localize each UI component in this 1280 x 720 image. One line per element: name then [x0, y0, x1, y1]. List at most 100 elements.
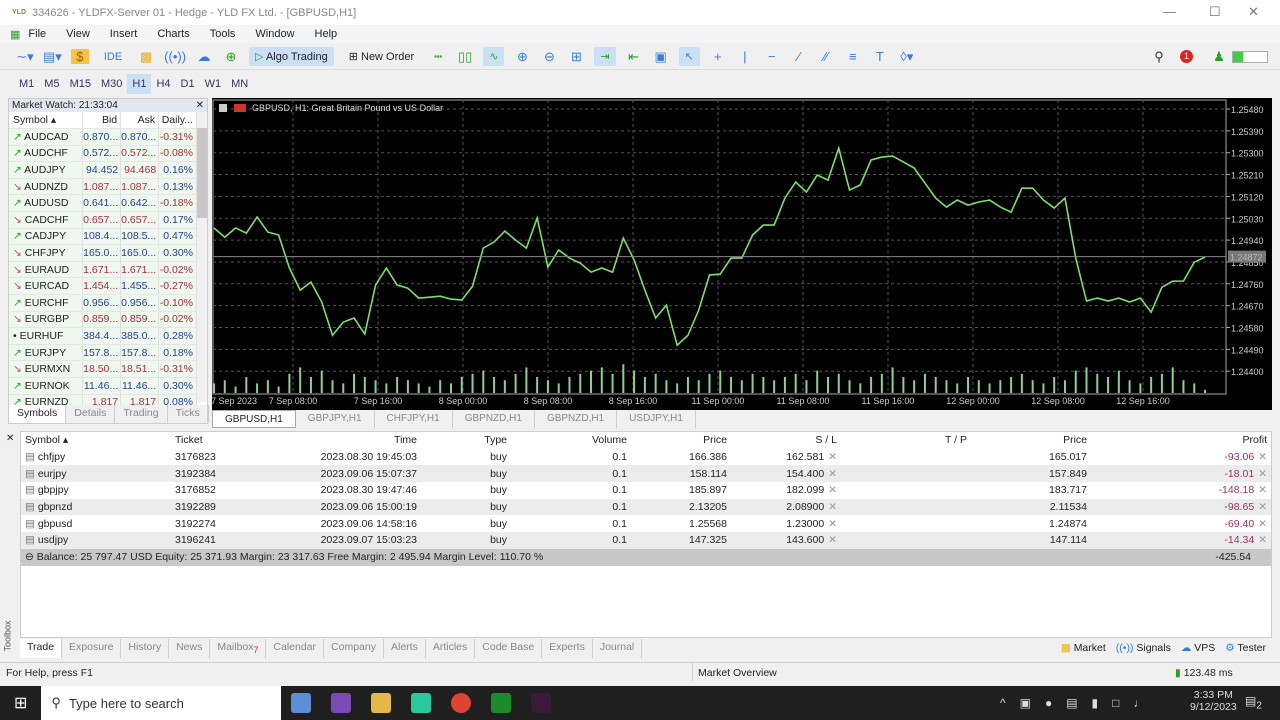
toolbox-tab-exposure[interactable]: Exposure — [62, 639, 121, 657]
tab-symbols[interactable]: Symbols — [9, 405, 66, 423]
position-row[interactable]: ▤ gbpusd31922742023.09.06 14:58:16buy0.1… — [21, 515, 1271, 532]
market-watch-row[interactable]: ↗ AUDCHF 0.572... 0.572... -0.08% — [9, 145, 197, 162]
timeframe-h4[interactable]: H4 — [151, 74, 175, 94]
col-ticket[interactable]: Ticket — [171, 432, 271, 449]
market-watch-row[interactable]: ↘ CADCHF 0.657... 0.657... 0.17% — [9, 212, 197, 229]
market-watch-row[interactable]: ↗ CADJPY 108.4... 108.5... 0.47% — [9, 228, 197, 245]
timeframe-mn[interactable]: MN — [226, 74, 253, 94]
col-sl[interactable]: S / L — [731, 432, 841, 449]
market-watch-row[interactable]: ↘ EURMXN 18.50... 18.51... -0.31% — [9, 361, 197, 378]
menu-insert[interactable]: Insert — [110, 28, 138, 40]
vps-link[interactable]: ☁ VPS — [1181, 642, 1215, 654]
col-profit[interactable]: Profit — [1091, 432, 1271, 449]
calculator-icon[interactable] — [291, 693, 311, 713]
zoom-out-icon[interactable]: ⊖ — [540, 49, 558, 65]
menu-file[interactable]: File — [28, 28, 46, 40]
autoscroll-icon[interactable]: ⇥ — [594, 47, 615, 66]
chart-tab[interactable]: GBPNZD,H1 — [535, 410, 617, 428]
position-row[interactable]: ▤ eurjpy31923842023.09.06 15:07:37buy0.1… — [21, 465, 1271, 482]
taskbar-search[interactable]: ⚲Type here to search — [41, 686, 281, 720]
maximize-button[interactable]: ☐ — [1209, 4, 1221, 20]
toolbox-tab-company[interactable]: Company — [324, 639, 384, 657]
remove-sl-icon[interactable]: ✕ — [828, 501, 837, 513]
tile-windows-icon[interactable]: ⊞ — [567, 49, 585, 65]
chart-type-icon[interactable]: ∼▾ — [16, 49, 34, 65]
timeframe-m15[interactable]: M15 — [65, 74, 96, 94]
yldfx-icon[interactable] — [531, 693, 551, 713]
metatrader-icon[interactable] — [491, 693, 511, 713]
position-row[interactable]: ▤ chfjpy31768232023.08.30 19:45:03buy0.1… — [21, 449, 1271, 466]
col-tp[interactable]: T / P — [841, 432, 971, 449]
collapse-icon[interactable]: ⊖ — [25, 551, 37, 563]
col-cur[interactable]: Price — [971, 432, 1091, 449]
timeframe-m5[interactable]: M5 — [39, 74, 64, 94]
screenshot-icon[interactable]: ▣ — [652, 49, 670, 65]
market-watch-row[interactable]: ↘ AUDNZD 1.087... 1.087... 0.13% — [9, 178, 197, 195]
timeframe-m1[interactable]: M1 — [14, 74, 39, 94]
remove-sl-icon[interactable]: ✕ — [828, 518, 837, 530]
tab-ticks[interactable]: Ticks — [168, 405, 209, 423]
market-overview[interactable]: Market Overview — [692, 663, 782, 681]
menu-window[interactable]: Window — [255, 28, 294, 40]
market-watch-scrollbar[interactable] — [197, 112, 207, 402]
ide-button[interactable]: IDE — [98, 48, 128, 66]
price-chart[interactable]: 1.254801.253901.253001.252101.251201.250… — [212, 98, 1272, 410]
zoom-in-icon[interactable]: ⊕ — [513, 49, 531, 65]
chart-tab[interactable]: GBPUSD,H1 — [212, 410, 296, 428]
position-row[interactable]: ▤ gbpjpy31768522023.08.30 19:47:46buy0.1… — [21, 482, 1271, 499]
timeframe-d1[interactable]: D1 — [176, 74, 200, 94]
position-row[interactable]: ▤ usdjpy31962412023.09.07 15:03:23buy0.1… — [21, 532, 1271, 549]
remove-sl-icon[interactable]: ✕ — [828, 451, 837, 463]
tray-icons[interactable]: ^▣●▤▮□♩ — [1000, 696, 1159, 710]
signals-icon[interactable]: ((•)) — [164, 49, 186, 64]
market-watch-row[interactable]: • EURHUF 384.4... 385.0... 0.28% — [9, 328, 197, 345]
close-position-icon[interactable]: ✕ — [1258, 468, 1267, 480]
toolbox-tab-alerts[interactable]: Alerts — [384, 639, 426, 657]
line-chart-icon[interactable]: ∿ — [483, 47, 504, 66]
windows-start-icon[interactable]: ⊞ — [14, 693, 27, 713]
timeframe-w1[interactable]: W1 — [200, 74, 227, 94]
app-icon[interactable] — [411, 693, 431, 713]
notifications-icon[interactable]: ▤2 — [1245, 694, 1262, 711]
text-icon[interactable]: T — [871, 49, 889, 64]
market-watch-row[interactable]: ↗ EURNOK 11.46... 11.46... 0.30% — [9, 378, 197, 395]
candles-icon[interactable]: ▯▯ — [456, 49, 474, 65]
timeframe-m30[interactable]: M30 — [96, 74, 127, 94]
timeframe-h1[interactable]: H1 — [127, 74, 151, 94]
chart-shift-icon[interactable]: ⇤ — [625, 49, 643, 65]
menu-tools[interactable]: Tools — [210, 28, 236, 40]
app-menu-icon[interactable]: ▦ — [10, 28, 20, 41]
col-ask[interactable]: Ask — [121, 112, 159, 129]
clock[interactable]: 3:33 PM9/12/2023 — [1190, 689, 1237, 713]
chart-tab[interactable]: GBPNZD,H1 — [453, 410, 535, 428]
col-time[interactable]: Time — [271, 432, 421, 449]
crosshair-icon[interactable]: + — [709, 49, 727, 64]
new-order-button[interactable]: ⊞ New Order — [343, 47, 420, 66]
position-row[interactable]: ▤ gbpnzd31922892023.09.06 15:00:19buy0.1… — [21, 499, 1271, 516]
close-position-icon[interactable]: ✕ — [1258, 534, 1267, 546]
market-watch-row[interactable]: ↘ EURAUD 1.671... 1.671... -0.02% — [9, 261, 197, 278]
market-link[interactable]: ▩ Market — [1061, 642, 1106, 654]
chart-tab[interactable]: CHFJPY,H1 — [375, 410, 453, 428]
chart-svg[interactable]: 1.254801.253901.253001.252101.251201.250… — [212, 98, 1272, 410]
chart-tab[interactable]: USDJPY,H1 — [617, 410, 696, 428]
toolbox-close-icon[interactable]: ✕ — [6, 433, 14, 444]
horizontal-line-icon[interactable]: − — [763, 49, 781, 64]
toolbox-tab-journal[interactable]: Journal — [593, 639, 642, 657]
algo-trading-button[interactable]: ▷ Algo Trading — [249, 47, 334, 66]
tab-trading[interactable]: Trading — [115, 405, 167, 423]
onenote-icon[interactable] — [331, 693, 351, 713]
toolbox-tab-trade[interactable]: Trade — [20, 639, 62, 657]
close-button[interactable]: ✕ — [1248, 4, 1259, 20]
toolbox-tab-news[interactable]: News — [169, 639, 210, 657]
dollar-icon[interactable]: $ — [71, 49, 89, 64]
bar-chart-icon[interactable]: ┅ — [429, 49, 447, 65]
notification-badge[interactable]: 1 — [1180, 50, 1193, 63]
fibonacci-icon[interactable]: ≡ — [844, 49, 862, 64]
trendline-icon[interactable]: ∕ — [790, 49, 808, 64]
chart-tab[interactable]: GBPJPY,H1 — [296, 410, 375, 428]
market-watch-row[interactable]: ↗ AUDCAD 0.870... 0.870... -0.31% — [9, 129, 197, 146]
remove-sl-icon[interactable]: ✕ — [828, 534, 837, 546]
close-position-icon[interactable]: ✕ — [1258, 518, 1267, 530]
toolbox-tab-calendar[interactable]: Calendar — [266, 639, 324, 657]
